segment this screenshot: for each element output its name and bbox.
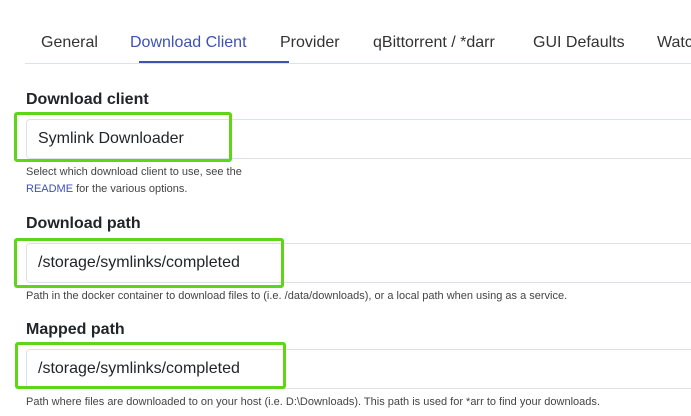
tab-gui-defaults[interactable]: GUI Defaults bbox=[533, 19, 625, 63]
readme-link[interactable]: README bbox=[26, 183, 73, 195]
download-path-input[interactable] bbox=[27, 244, 691, 282]
download-path-field[interactable] bbox=[26, 243, 691, 283]
settings-tabs: General Download Client Provider qBittor… bbox=[25, 19, 691, 64]
download-client-label: Download client bbox=[26, 91, 149, 108]
download-path-label: Download path bbox=[26, 215, 141, 232]
tab-general[interactable]: General bbox=[41, 19, 98, 63]
tab-download-client[interactable]: Download Client bbox=[130, 19, 247, 63]
mapped-path-field[interactable] bbox=[26, 349, 691, 389]
tab-provider[interactable]: Provider bbox=[280, 19, 340, 63]
download-client-help-rest: for the various options. bbox=[73, 183, 188, 195]
mapped-path-input[interactable] bbox=[27, 350, 691, 388]
download-client-help: Select which download client to use, see… bbox=[26, 164, 242, 198]
download-path-help: Path in the docker container to download… bbox=[26, 290, 568, 302]
download-client-field[interactable] bbox=[26, 119, 691, 159]
download-client-help-line2: README for the various options. bbox=[26, 181, 242, 198]
mapped-path-label: Mapped path bbox=[26, 321, 125, 338]
mapped-path-help: Path where files are downloaded to on yo… bbox=[26, 396, 600, 408]
download-client-help-line1: Select which download client to use, see… bbox=[26, 166, 242, 178]
tab-watch[interactable]: Watc bbox=[657, 19, 691, 63]
active-tab-indicator bbox=[139, 61, 289, 63]
tab-qbittorrent-darr[interactable]: qBittorrent / *darr bbox=[373, 19, 495, 63]
download-client-input[interactable] bbox=[27, 120, 691, 158]
